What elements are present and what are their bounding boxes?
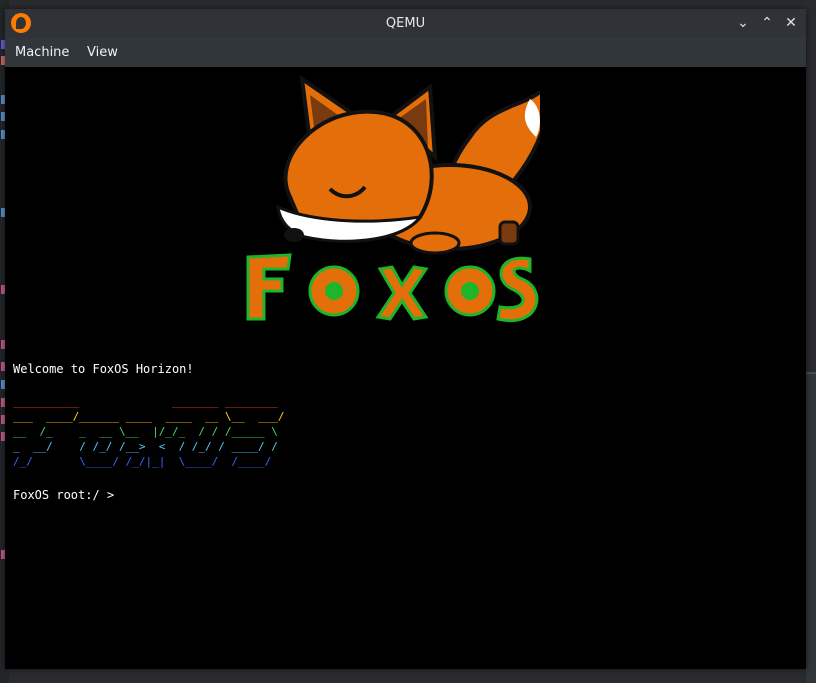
ascii-banner-line: /_/ \____/ /_/|_| \____/ /____/ (13, 455, 272, 468)
qemu-window: QEMU ⌄ ⌃ ✕ Machine View Welcome to FoxOS… (5, 9, 806, 669)
foxos-logo (246, 74, 540, 323)
logo-o-inner (325, 282, 343, 300)
vm-display[interactable]: Welcome to FoxOS Horizon! __________ ___… (5, 67, 806, 669)
title-bar[interactable]: QEMU ⌄ ⌃ ✕ (5, 9, 806, 38)
foxos-ascii-banner: __________ _______ ________ ___ ____/____… (13, 394, 285, 469)
window-title: QEMU (385, 16, 426, 31)
minimize-button[interactable]: ⌄ (733, 13, 753, 33)
logo-wordmark (246, 253, 539, 323)
fox-paw (409, 231, 461, 255)
ascii-banner-line: ___ ____/______ ____ ____ __ \__ ___/ (13, 410, 285, 423)
ascii-banner-line: _ __/ / /_/ /__> < / /_/ / ____/ / (13, 440, 278, 453)
menu-bar: Machine View (5, 38, 806, 67)
shell-prompt[interactable]: FoxOS root:/ > (13, 488, 114, 503)
welcome-message: Welcome to FoxOS Horizon! (13, 362, 194, 376)
menu-view[interactable]: View (87, 38, 118, 67)
fox-nose (284, 228, 304, 242)
background-panel (806, 374, 816, 683)
menu-machine[interactable]: Machine (15, 38, 69, 67)
fox-back-paw (498, 220, 520, 246)
close-button[interactable]: ✕ (781, 13, 801, 33)
ascii-banner-line: __ /_ _ __ \__ |/_/_ / / /_____ \ (13, 425, 278, 438)
maximize-button[interactable]: ⌃ (757, 13, 777, 33)
logo-o2-inner (461, 282, 479, 300)
ascii-banner-line: __________ _______ ________ (13, 395, 278, 408)
